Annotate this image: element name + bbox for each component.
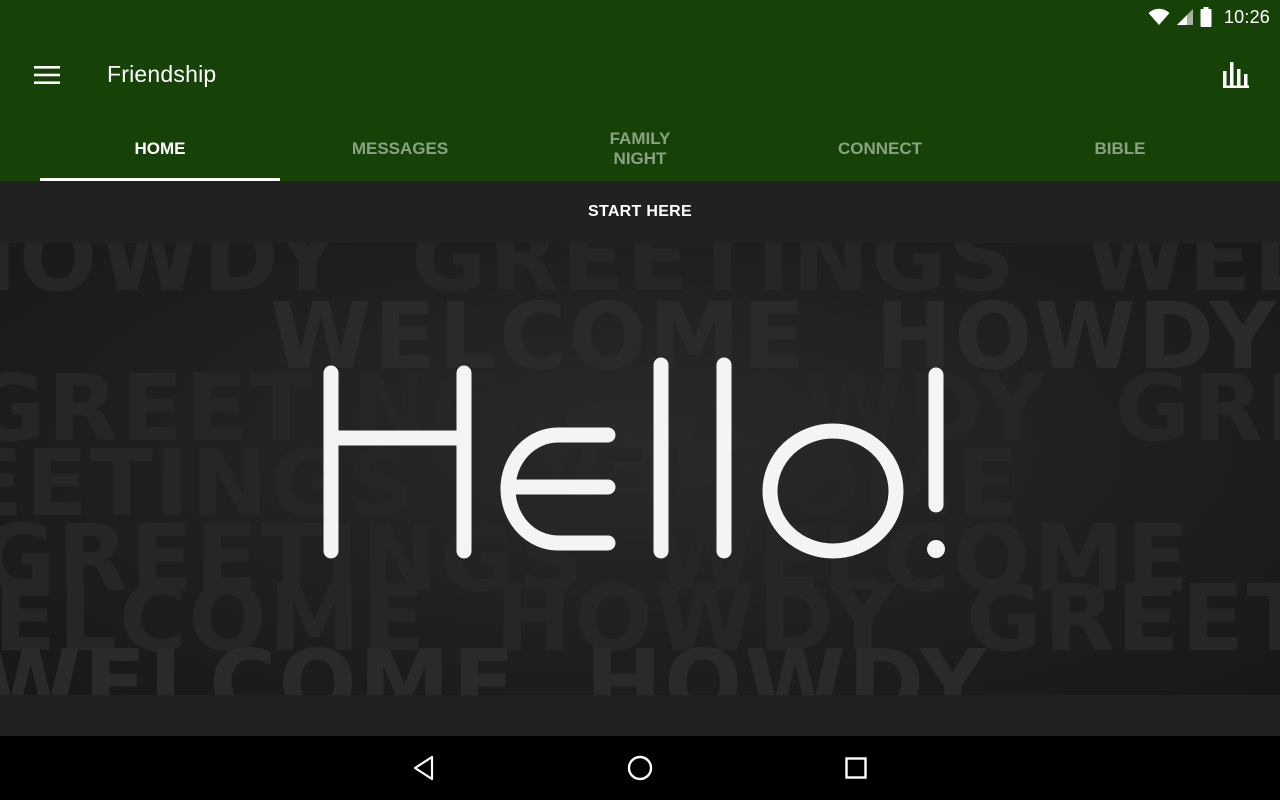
app-bar: Friendship — [0, 33, 1280, 117]
tab-bible[interactable]: BIBLE — [1000, 117, 1240, 181]
bar-chart-icon — [1223, 62, 1249, 88]
start-here-button[interactable]: START HERE — [0, 181, 1280, 243]
status-bar: 10:26 — [0, 0, 1280, 33]
tab-family-night[interactable]: FAMILY NIGHT — [520, 117, 760, 181]
stats-button[interactable] — [1216, 55, 1256, 95]
recents-icon — [845, 757, 867, 779]
signal-icon — [1176, 9, 1193, 25]
recents-button[interactable] — [836, 748, 876, 788]
hello-banner[interactable]: HOWDY GREETINGS WELCOME WELCOME HOWDY GR… — [0, 243, 1280, 695]
app-title: Friendship — [107, 61, 217, 87]
content-strip — [0, 695, 1280, 736]
tab-label: CONNECT — [837, 139, 923, 158]
tab-bar: HOME MESSAGES FAMILY NIGHT CONNECT BIBLE — [40, 117, 1240, 181]
home-button[interactable] — [620, 748, 660, 788]
tab-connect[interactable]: CONNECT — [760, 117, 1000, 181]
home-icon — [627, 755, 653, 781]
hello-headline — [323, 357, 945, 559]
tab-messages[interactable]: MESSAGES — [280, 117, 520, 181]
tab-label: MESSAGES — [351, 139, 449, 158]
start-here-label: START HERE — [587, 203, 693, 220]
tab-home[interactable]: HOME — [40, 117, 280, 181]
hamburger-menu-icon — [34, 66, 60, 84]
tab-label: HOME — [134, 139, 186, 158]
battery-icon — [1200, 7, 1212, 27]
wifi-icon — [1148, 8, 1170, 25]
status-icons: 10:26 — [1148, 5, 1270, 29]
clock: 10:26 — [1223, 6, 1270, 27]
menu-button[interactable] — [24, 57, 72, 93]
system-nav-bar — [0, 736, 1280, 800]
back-button[interactable] — [404, 748, 444, 788]
tab-label: BIBLE — [1094, 139, 1146, 158]
tab-label: FAMILY NIGHT — [609, 129, 671, 168]
back-icon — [413, 755, 434, 781]
